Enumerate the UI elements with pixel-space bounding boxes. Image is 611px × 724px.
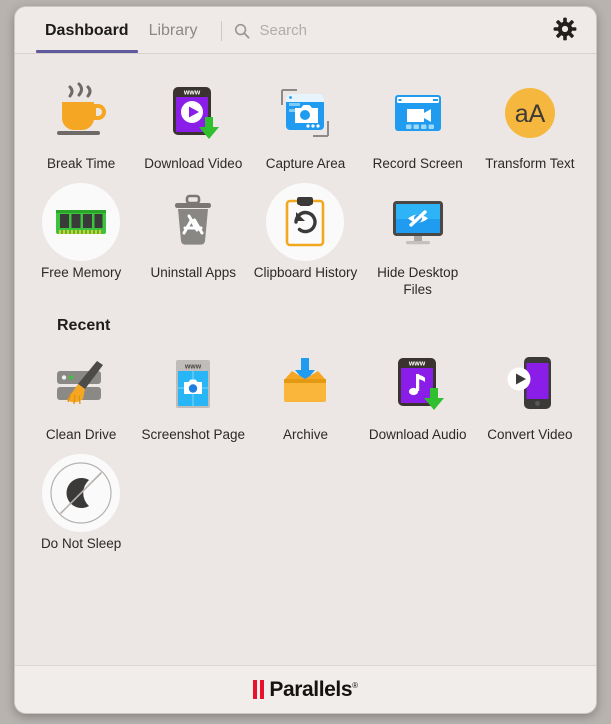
tool-clipboard-history[interactable]: Clipboard History bbox=[249, 177, 361, 303]
dashboard-content: Break Time www Download Video Capture Ar… bbox=[15, 54, 596, 665]
tab-library[interactable]: Library bbox=[139, 8, 208, 53]
memory-stick-icon bbox=[42, 182, 121, 261]
svg-text:www: www bbox=[184, 363, 202, 370]
tool-label: Capture Area bbox=[265, 156, 346, 171]
tool-transform-text[interactable]: aA Transform Text bbox=[474, 68, 586, 177]
svg-text:www: www bbox=[183, 90, 201, 97]
tool-label: Screenshot Page bbox=[141, 426, 246, 442]
svg-text:www: www bbox=[408, 360, 426, 367]
moon-slash-icon bbox=[42, 453, 121, 532]
tool-label: Hide Desktop Files bbox=[377, 264, 459, 297]
tool-free-memory[interactable]: Free Memory bbox=[25, 177, 137, 303]
tab-dashboard[interactable]: Dashboard bbox=[35, 8, 139, 53]
tool-screenshot-page[interactable]: www Screenshot Page bbox=[137, 339, 249, 448]
tool-do-not-sleep[interactable]: Do Not Sleep bbox=[25, 448, 137, 557]
tool-break-time[interactable]: Break Time bbox=[25, 68, 137, 177]
convert-video-icon bbox=[491, 345, 569, 423]
transform-text-icon: aA bbox=[491, 74, 569, 152]
gear-icon bbox=[553, 17, 577, 44]
tool-label: Download Video bbox=[144, 156, 243, 171]
tool-label: Clean Drive bbox=[45, 426, 117, 442]
tool-download-video[interactable]: www Download Video bbox=[137, 68, 249, 177]
toolbox-window: Dashboard Library Search Break Time www … bbox=[14, 6, 597, 714]
tool-record-screen[interactable]: Record Screen bbox=[362, 68, 474, 177]
download-audio-icon: www bbox=[379, 345, 457, 423]
app-footer: Parallels® bbox=[15, 665, 596, 713]
tool-label: Clipboard History bbox=[253, 264, 358, 280]
tool-label: Free Memory bbox=[40, 264, 122, 280]
tab-dashboard-label: Dashboard bbox=[45, 21, 129, 39]
tool-capture-area[interactable]: Capture Area bbox=[249, 68, 361, 177]
tool-label: Record Screen bbox=[372, 156, 463, 171]
tool-label: Uninstall Apps bbox=[150, 264, 237, 280]
server-broom-icon bbox=[42, 345, 120, 423]
svg-text:aA: aA bbox=[515, 100, 546, 128]
coffee-cup-icon bbox=[42, 74, 120, 152]
tool-label: Convert Video bbox=[487, 426, 573, 442]
tool-label: Do Not Sleep bbox=[40, 535, 122, 551]
archive-box-icon bbox=[266, 345, 344, 423]
clipboard-undo-icon bbox=[266, 182, 345, 261]
tool-label: Transform Text bbox=[485, 156, 575, 171]
recent-grid-filler bbox=[137, 448, 249, 557]
tool-hide-desktop-files[interactable]: Hide Desktop Files bbox=[362, 177, 474, 303]
download-video-icon: www bbox=[154, 74, 232, 152]
app-header: Dashboard Library bbox=[15, 7, 596, 54]
tool-download-audio[interactable]: www Download Audio bbox=[362, 339, 474, 448]
tool-uninstall-apps[interactable]: Uninstall Apps bbox=[137, 177, 249, 303]
trademark-symbol: ® bbox=[352, 680, 358, 690]
parallels-bars-icon bbox=[253, 680, 265, 699]
search-input[interactable] bbox=[259, 22, 500, 39]
tab-library-label: Library bbox=[148, 21, 198, 39]
tool-grid-filler bbox=[474, 177, 586, 303]
trash-appstore-icon bbox=[154, 183, 232, 261]
tool-label: Archive bbox=[282, 426, 328, 442]
screenshot-page-icon: www bbox=[154, 345, 232, 423]
capture-area-icon bbox=[266, 74, 344, 152]
tools-grid: Break Time www Download Video Capture Ar… bbox=[25, 68, 586, 303]
parallels-logo-text: Parallels® bbox=[269, 677, 358, 702]
tool-clean-drive[interactable]: Clean Drive bbox=[25, 339, 137, 448]
search-area[interactable] bbox=[234, 22, 550, 39]
recent-grid: Clean Drive www Screenshot Page Archive … bbox=[25, 339, 586, 557]
recent-section-title: Recent bbox=[57, 316, 111, 334]
tool-convert-video[interactable]: Convert Video bbox=[474, 339, 586, 448]
tool-label: Download Audio bbox=[368, 426, 467, 442]
header-divider bbox=[221, 20, 223, 41]
brand-name: Parallels bbox=[269, 677, 353, 701]
monitor-hidden-eye-icon bbox=[379, 183, 457, 261]
tool-label: Break Time bbox=[46, 156, 116, 171]
settings-button[interactable] bbox=[550, 16, 580, 46]
tool-archive[interactable]: Archive bbox=[249, 339, 361, 448]
search-icon bbox=[234, 23, 250, 39]
record-screen-icon bbox=[379, 74, 457, 152]
